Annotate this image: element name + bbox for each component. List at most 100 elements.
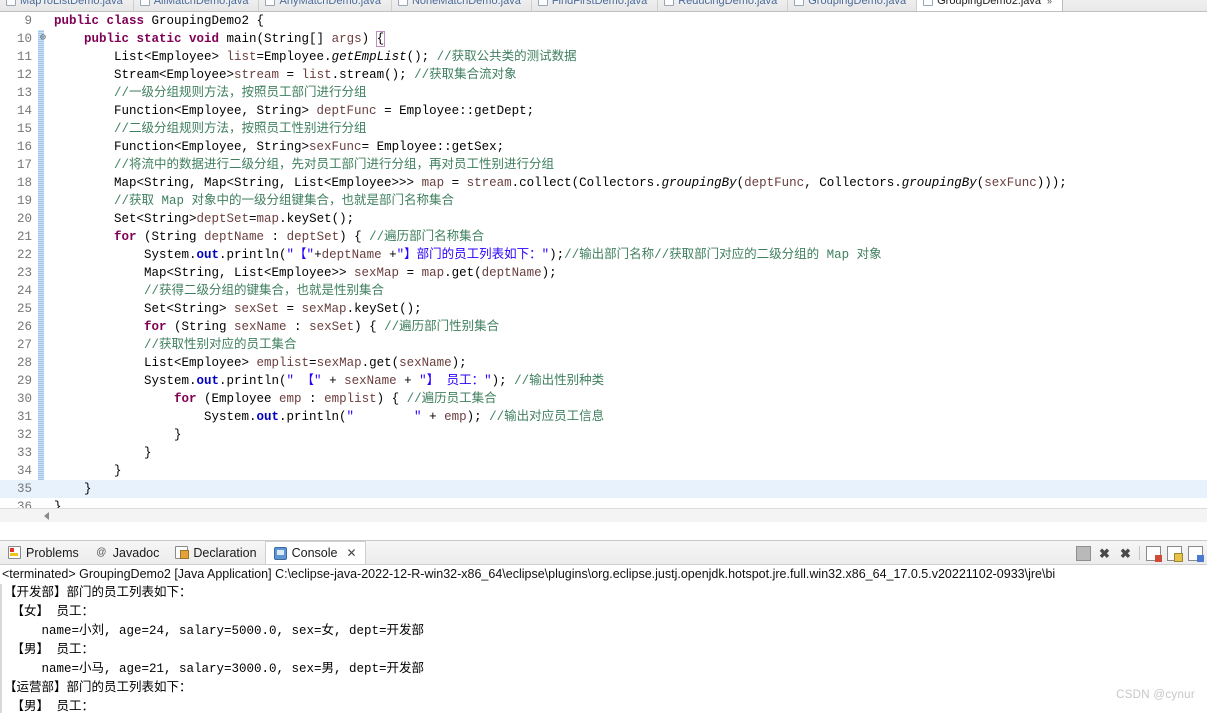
editor-tab-label: ReducingDemo.java [678,0,778,7]
editor-tab[interactable]: ReducingDemo.java [658,0,789,11]
console-output-line: 【开发部】部门的员工列表如下： [4,586,192,600]
code-line-text: //获得二级分组的键集合，也就是性别集合 [144,284,385,298]
pin-console-icon[interactable] [1188,545,1204,562]
line-number: 33 [16,446,32,460]
line-number: 34 [16,464,32,478]
java-file-icon [537,0,548,6]
editor-tab-strip[interactable]: MapToListDemo.java AllMatchDemo.java AnyMa… [0,0,1207,12]
code-line[interactable]: 19 //获取 Map 对象中的一级分组键集合，也就是部门名称集合 [0,192,1207,210]
code-editor[interactable]: 9 public class GroupingDemo2 {10 ⊖ public s… [0,12,1207,522]
console-run-header: <terminated> GroupingDemo2 [Java Applica… [2,567,1056,581]
csdn-watermark: CSDN @cynur [1116,689,1195,701]
panel-tab[interactable]: @ Javadoc [87,541,168,564]
code-line[interactable]: 25 Set<String> sexSet = sexMap.keySet(); [0,300,1207,318]
remove-all-terminated-icon[interactable]: ✖ [1118,546,1133,561]
editor-tab[interactable]: AnyMatchDemo.java [259,0,392,11]
code-lines-container[interactable]: 9 public class GroupingDemo2 {10 ⊖ public s… [0,12,1207,522]
code-line-text: } [114,464,122,478]
editor-tab-label: MapToListDemo.java [20,0,123,7]
code-line[interactable]: 26 for (String sexName : sexSet) { //遍历部门… [0,318,1207,336]
line-number: 17 [16,158,32,172]
panel-tab-bar[interactable]: ✖ ✖ Problems @ Javadoc Declaration Console ✕ [0,541,1207,565]
line-number: 14 [16,104,32,118]
editor-tab-label: AllMatchDemo.java [153,0,249,7]
editor-tab[interactable]: FindFirstDemo.java [531,0,659,11]
code-line[interactable]: 9 public class GroupingDemo2 { [0,12,1207,30]
code-line[interactable]: 29 System.out.println(" 【" + sexName + "】… [0,372,1207,390]
code-line[interactable]: 10 ⊖ public static void main(String[] args… [0,30,1207,48]
line-number: 28 [16,356,32,370]
editor-tab[interactable]: AllMatchDemo.java [133,0,260,11]
panel-tab[interactable]: Console ✕ [264,541,366,564]
editor-tab[interactable]: GroupingDemo.java [788,0,918,11]
console-output-area[interactable]: <terminated> GroupingDemo2 [Java Applica… [0,565,1207,713]
java-file-icon [794,0,805,6]
code-line[interactable]: 17 //将流中的数据进行二级分组，先对员工部门进行分组，再对员工性别进行分组 [0,156,1207,174]
code-line[interactable]: 34} [0,462,1207,480]
code-line[interactable]: 31 System.out.println(" " + emp); //输出对应员… [0,408,1207,426]
code-line[interactable]: 30 for (Employee emp : emplist) { //遍历员工集… [0,390,1207,408]
line-number: 24 [16,284,32,298]
code-line[interactable]: 20 Set<String>deptSet=map.keySet(); [0,210,1207,228]
panel-tab-label: Declaration [193,545,257,560]
close-icon[interactable]: ✕ [346,546,356,560]
line-number: 19 [16,194,32,208]
line-number: 35 [16,482,32,496]
terminate-icon[interactable] [1076,545,1091,561]
code-line[interactable]: 13 //一级分组规则方法，按照员工部门进行分组 [0,84,1207,102]
code-line[interactable]: 14 Function<Employee, String> deptFunc = … [0,102,1207,120]
code-line-text: //获取性别对应的员工集合 [144,338,297,352]
java-file-icon [923,0,934,6]
scrollbar-track[interactable] [0,509,1207,522]
code-line[interactable]: 27 //获取性别对应的员工集合 [0,336,1207,354]
line-number: 25 [16,302,32,316]
console-output-line: 【运营部】部门的员工列表如下： [4,681,192,695]
line-number: 12 [16,68,32,82]
editor-tab-label: GroupingDemo.java [808,0,907,7]
panel-tab[interactable]: Declaration [167,541,264,564]
code-line[interactable]: 11 List<Employee> list=Employee.getEmpLis… [0,48,1207,66]
code-line[interactable]: 35} [0,480,1207,498]
panel-tab-label: Console [291,546,338,560]
code-line-text: //获取 Map 对象中的一级分组键集合，也就是部门名称集合 [114,194,455,208]
code-line[interactable]: 21 for (String deptName : deptSet) { //遍历… [0,228,1207,246]
code-line[interactable]: 24 //获得二级分组的键集合，也就是性别集合 [0,282,1207,300]
editor-tab-label: GroupingDemo2.java [937,0,1042,7]
editor-tab[interactable]: GroupingDemo2.java » [917,0,1064,11]
editor-tab-label: FindFirstDemo.java [551,0,648,7]
code-line-text: public static void main(String[] args) { [84,31,386,47]
panel-tab-label: Problems [26,545,79,560]
code-line-text: Function<Employee, String>sexFunc= Emplo… [114,140,505,154]
code-line-text: System.out.println(" 【" + sexName + "】 员… [144,374,605,388]
code-line[interactable]: 32} [0,426,1207,444]
clear-console-icon[interactable] [1146,545,1162,562]
code-line[interactable]: 23 Map<String, List<Employee>> sexMap = m… [0,264,1207,282]
scroll-lock-icon[interactable] [1167,545,1183,562]
console-toolbar[interactable]: ✖ ✖ [1076,543,1204,563]
chevron-right-icon[interactable]: » [1047,0,1052,6]
remove-launch-icon[interactable]: ✖ [1097,546,1112,561]
code-line[interactable]: 16 Function<Employee, String>sexFunc= Emp… [0,138,1207,156]
java-file-icon [6,0,16,6]
scroll-left-arrow-icon[interactable] [44,512,49,520]
line-number: 21 [16,230,32,244]
code-line-text: List<Employee> list=Employee.getEmpList(… [114,50,577,64]
editor-tab[interactable]: MapToListDemo.java [0,0,134,11]
editor-tab[interactable]: NoneMatchDemo.java [391,0,532,11]
code-line[interactable]: 33} [0,444,1207,462]
code-line[interactable]: 12 Stream<Employee>stream = list.stream()… [0,66,1207,84]
fold-collapse-icon[interactable]: ⊖ [38,30,48,48]
code-line[interactable]: 15 //二级分组规则方法，按照员工性别进行分组 [0,120,1207,138]
code-line-text: Map<String, Map<String, List<Employee>>>… [114,176,1067,190]
code-line-text: Function<Employee, String> deptFunc = Em… [114,104,535,118]
line-number: 18 [16,176,32,190]
code-line[interactable]: 22 System.out.println("【"+deptName +"】部门的… [0,246,1207,264]
panel-tab[interactable]: Problems [0,541,87,564]
code-line-text: for (Employee emp : emplist) { //遍历员工集合 [174,392,497,406]
code-line[interactable]: 28 List<Employee> emplist=sexMap.get(sexN… [0,354,1207,372]
code-line[interactable]: 18 Map<String, Map<String, List<Employee>… [0,174,1207,192]
code-line-text: Stream<Employee>stream = list.stream(); … [114,68,517,82]
line-number: 31 [16,410,32,424]
console-output-line: name=小马, age=21, salary=3000.0, sex=男, d… [4,662,425,676]
editor-horizontal-scrollbar[interactable] [0,508,1207,522]
